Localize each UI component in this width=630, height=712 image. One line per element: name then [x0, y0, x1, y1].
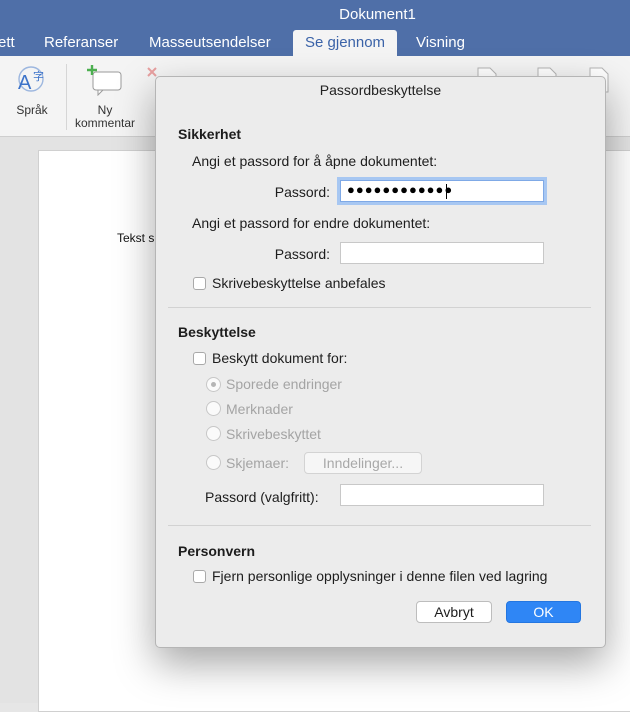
radio-forms[interactable] [206, 455, 221, 470]
separator [168, 307, 591, 308]
protect-document-checkbox[interactable] [193, 352, 206, 365]
optional-password-label: Passord (valgfritt): [205, 489, 319, 505]
tab-referanser[interactable]: Referanser [44, 30, 118, 56]
svg-text:A: A [18, 72, 32, 94]
dialog-title: Passordbeskyttelse [319, 82, 442, 98]
password-protection-dialog: Passordbeskyttelse Sikkerhet Angi et pas… [155, 76, 606, 648]
readonly-recommended-label: Skrivebeskyttelse anbefales [212, 275, 386, 291]
modify-password-label: Passord: [274, 246, 330, 262]
tab-masseutsendelser[interactable]: Masseutsendelser [149, 30, 271, 56]
open-password-label: Passord: [274, 184, 330, 200]
modify-password-prompt: Angi et passord for endre dokumentet: [192, 215, 431, 231]
open-password-prompt: Angi et passord for å åpne dokumentet: [192, 153, 438, 169]
open-password-field[interactable]: ●●●●●●●●●●●● [340, 180, 544, 202]
open-password-value: ●●●●●●●●●●●● [347, 182, 454, 197]
language-label: Språk [16, 103, 48, 117]
radio-tracked-changes[interactable] [206, 377, 221, 392]
remove-personal-info-label: Fjern personlige opplysninger i denne fi… [212, 568, 548, 584]
optional-password-field[interactable] [340, 484, 544, 506]
tab-ett[interactable]: ett [0, 30, 15, 56]
privacy-heading: Personvern [178, 543, 256, 559]
language-icon[interactable]: A 字 [14, 64, 50, 96]
comments-label: Merknader [226, 401, 293, 417]
forms-label: Skjemaer: [226, 455, 290, 471]
read-only-label: Skrivebeskyttet [226, 426, 321, 442]
cancel-button[interactable]: Avbryt [416, 601, 492, 623]
tab-visning[interactable]: Visning [416, 30, 465, 56]
radio-read-only[interactable] [206, 426, 221, 441]
ribbon-divider [66, 64, 67, 130]
radio-comments[interactable] [206, 401, 221, 416]
protection-heading: Beskyttelse [178, 324, 256, 340]
security-heading: Sikkerhet [178, 126, 242, 142]
new-comment-label-line2: kommentar [74, 116, 136, 130]
tab-se-gjennom[interactable]: Se gjennom [293, 30, 398, 56]
document-text: Tekst s [117, 231, 155, 245]
window-titlebar: Dokument1 ett Referanser Masseutsendelse… [0, 0, 630, 56]
modify-password-field[interactable] [340, 242, 544, 264]
window-title: Dokument1 [339, 6, 416, 23]
separator [168, 525, 591, 526]
ok-button[interactable]: OK [506, 601, 581, 623]
remove-personal-info-checkbox[interactable] [193, 570, 206, 583]
sections-button[interactable]: Inndelinger... [304, 452, 422, 474]
new-comment-icon[interactable] [86, 64, 124, 96]
text-caret [446, 184, 447, 199]
svg-text:字: 字 [33, 69, 44, 83]
readonly-recommended-checkbox[interactable] [193, 277, 206, 290]
protect-document-label: Beskytt dokument for: [212, 350, 348, 366]
tracked-changes-label: Sporede endringer [226, 376, 342, 392]
